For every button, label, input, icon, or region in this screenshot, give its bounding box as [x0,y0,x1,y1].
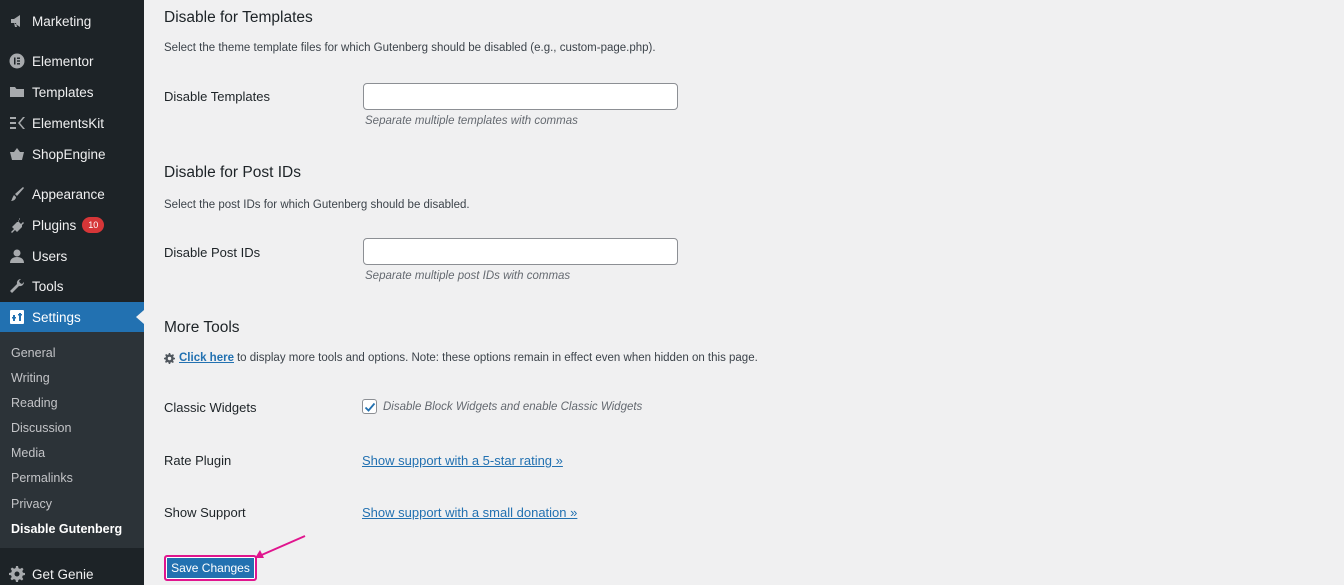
folder-icon [8,83,26,101]
menu-item-get-genie[interactable]: Get Genie [0,559,144,585]
menu-label: ShopEngine [32,146,106,162]
show-support-link[interactable]: Show support with a small donation » [362,505,577,520]
save-changes-button[interactable]: Save Changes [164,555,257,581]
submenu-item-reading[interactable]: Reading [11,396,58,410]
menu-item-tools[interactable]: Tools [0,271,144,301]
templates-hint: Separate multiple templates with commas [365,115,578,127]
settings-icon [8,308,26,326]
menu-label: Appearance [32,186,105,202]
menu-item-settings[interactable]: Settings [0,302,144,332]
more-tools-heading: More Tools [164,319,240,336]
elementskit-icon [8,114,26,132]
megaphone-icon [8,12,26,30]
settings-content: Disable for Templates Select the theme t… [164,0,1324,585]
templates-heading: Disable for Templates [164,9,313,26]
menu-label: Get Genie [32,566,94,582]
menu-label: Elementor [32,53,94,69]
menu-label: Templates [32,84,94,100]
submenu-item-general[interactable]: General [11,346,55,360]
submenu-item-writing[interactable]: Writing [11,371,50,385]
active-indicator [136,310,144,324]
menu-item-marketing[interactable]: Marketing [0,6,144,36]
submenu-item-media[interactable]: Media [11,446,45,460]
menu-label: Tools [32,278,64,294]
templates-description: Select the theme template files for whic… [164,42,656,54]
rate-plugin-label: Rate Plugin [164,453,232,468]
elementor-icon [8,52,26,70]
menu-item-elementor[interactable]: Elementor [0,46,144,76]
submenu-item-privacy[interactable]: Privacy [11,497,52,511]
basket-icon [8,145,26,163]
classic-widgets-checkbox-label[interactable]: Disable Block Widgets and enable Classic… [383,401,642,413]
menu-label: Plugins [32,217,77,233]
wrench-icon [8,277,26,295]
plugin-icon [8,216,26,234]
plugins-update-badge: 10 [82,217,105,233]
disable-post-ids-label: Disable Post IDs [164,245,261,260]
admin-sidebar: Marketing Elementor Templates ElementsKi… [0,0,144,585]
submenu-item-discussion[interactable]: Discussion [11,421,71,435]
menu-item-users[interactable]: Users [0,241,144,271]
more-tools-note: Click here to display more tools and opt… [164,352,758,364]
click-here-link[interactable]: Click here [179,352,234,364]
submenu-item-disable-gutenberg[interactable]: Disable Gutenberg [11,522,122,536]
rate-plugin-link[interactable]: Show support with a 5-star rating » [362,453,563,468]
menu-item-shopengine[interactable]: ShopEngine [0,139,144,169]
gear-icon [8,565,26,583]
settings-submenu: General Writing Reading Discussion Media… [0,332,144,548]
submenu-item-permalinks[interactable]: Permalinks [11,471,73,485]
menu-item-elementskit[interactable]: ElementsKit [0,108,144,138]
disable-post-ids-input[interactable] [363,238,678,265]
more-tools-note-text: to display more tools and options. Note:… [236,352,758,364]
menu-label: ElementsKit [32,115,105,131]
menu-label: Settings [32,309,81,325]
paintbrush-icon [8,185,26,203]
classic-widgets-label: Classic Widgets [164,400,257,415]
checkmark-icon [364,402,375,412]
user-icon [8,247,26,265]
menu-label: Users [32,248,68,264]
show-support-label: Show Support [164,505,246,520]
gear-icon [164,352,175,364]
disable-templates-input[interactable] [363,83,678,110]
post-ids-heading: Disable for Post IDs [164,164,301,181]
menu-item-appearance[interactable]: Appearance [0,179,144,209]
menu-item-templates[interactable]: Templates [0,77,144,107]
annotation-arrow-icon [255,535,306,558]
menu-item-plugins[interactable]: Plugins 10 [0,210,144,240]
post-ids-description: Select the post IDs for which Gutenberg … [164,199,470,211]
post-ids-hint: Separate multiple post IDs with commas [365,270,571,282]
classic-widgets-checkbox[interactable] [362,399,377,414]
menu-label: Marketing [32,13,92,29]
disable-templates-label: Disable Templates [164,89,270,104]
